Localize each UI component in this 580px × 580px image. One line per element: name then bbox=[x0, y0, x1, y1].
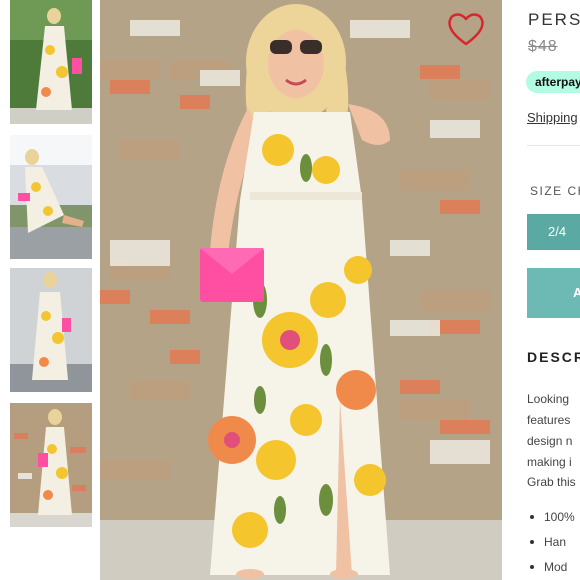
thumbnail-2[interactable] bbox=[10, 135, 92, 259]
model-in-floral-dress-photo bbox=[100, 0, 502, 580]
favorite-heart-button[interactable] bbox=[446, 10, 486, 48]
thumbnail-3[interactable] bbox=[10, 268, 92, 392]
product-title: PERS bbox=[528, 10, 580, 29]
dress-photo-thumbnail bbox=[10, 0, 92, 124]
seated-pose-thumbnail bbox=[10, 135, 92, 259]
size-option-button[interactable]: 2/4 bbox=[527, 214, 580, 250]
product-info-panel: PERS $48 afterpay Shipping SIZE CH 2/4 A… bbox=[512, 0, 580, 580]
feature-item: Mod bbox=[530, 560, 575, 580]
brick-wall-thumbnail bbox=[10, 403, 92, 527]
description-line: Looking bbox=[527, 392, 570, 406]
description-line: Grab this bbox=[527, 475, 576, 489]
feature-list: 100% Han Mod bbox=[530, 510, 575, 580]
afterpay-badge[interactable]: afterpay bbox=[526, 71, 580, 93]
add-to-cart-button[interactable]: A bbox=[527, 268, 580, 318]
description-line: design n bbox=[527, 434, 573, 448]
description-line: features bbox=[527, 413, 571, 427]
description-line: making i bbox=[527, 455, 572, 469]
size-chart-label[interactable]: SIZE CH bbox=[530, 184, 580, 198]
feature-item: 100% bbox=[530, 510, 575, 535]
heart-icon bbox=[448, 13, 484, 46]
description-heading: DESCR bbox=[527, 349, 580, 365]
main-product-image[interactable] bbox=[100, 0, 502, 580]
thumbnail-1[interactable] bbox=[10, 0, 92, 124]
original-price: $48 bbox=[528, 38, 558, 55]
thumbnail-4[interactable] bbox=[10, 403, 92, 527]
back-view-thumbnail bbox=[10, 268, 92, 392]
feature-item: Han bbox=[530, 535, 575, 560]
shipping-link[interactable]: Shipping bbox=[527, 110, 578, 125]
divider bbox=[527, 145, 580, 146]
